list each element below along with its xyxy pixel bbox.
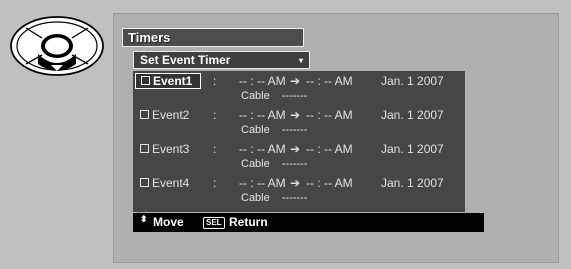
event-name: Event1 xyxy=(153,74,193,88)
event-colon: : xyxy=(213,142,217,156)
start-time: -- : -- AM xyxy=(239,176,286,190)
event-date: Jan. 1 2007 xyxy=(381,108,444,122)
end-time: -- : -- AM xyxy=(306,108,353,122)
event-date: Jan. 1 2007 xyxy=(381,176,444,190)
checkbox-icon[interactable] xyxy=(140,144,149,153)
event-channel: ------- xyxy=(281,192,308,204)
start-time: -- : -- AM xyxy=(239,108,286,122)
arrow-right-icon: ➔ xyxy=(290,142,301,156)
end-time: -- : -- AM xyxy=(306,176,353,190)
panel-title: Timers xyxy=(122,28,304,47)
chevron-down-icon: ▾ xyxy=(298,56,303,65)
event-colon: : xyxy=(213,176,217,190)
event-list: Event1 : -- : -- AM ➔ -- : -- AM Jan. 1 … xyxy=(133,71,465,212)
checkbox-icon[interactable] xyxy=(140,178,149,187)
event-name: Event3 xyxy=(152,142,190,156)
checkbox-icon[interactable] xyxy=(140,110,149,119)
event-source: Cable xyxy=(241,192,270,204)
start-time: -- : -- AM xyxy=(239,142,286,156)
event-colon: : xyxy=(213,108,217,122)
event-row-2[interactable]: Event2 : -- : -- AM ➔ -- : -- AM Jan. 1 … xyxy=(133,107,465,141)
arrow-right-icon: ➔ xyxy=(290,108,301,122)
set-event-timer-dropdown[interactable]: Set Event Timer ▾ xyxy=(133,51,310,69)
event-name: Event4 xyxy=(152,176,190,190)
event-row-4[interactable]: Event4 : -- : -- AM ➔ -- : -- AM Jan. 1 … xyxy=(133,175,465,209)
start-time: -- : -- AM xyxy=(239,74,286,88)
move-hint: Move xyxy=(153,215,184,229)
event-channel: ------- xyxy=(281,124,308,136)
end-time: -- : -- AM xyxy=(306,142,353,156)
help-bar: ⬍ Move SEL Return xyxy=(133,213,484,232)
event-name-box[interactable]: Event2 xyxy=(135,107,201,123)
event-row-3[interactable]: Event3 : -- : -- AM ➔ -- : -- AM Jan. 1 … xyxy=(133,141,465,175)
event-source: Cable xyxy=(241,124,270,136)
event-name: Event2 xyxy=(152,108,190,122)
event-source: Cable xyxy=(241,158,270,170)
event-channel: ------- xyxy=(281,158,308,170)
event-source: Cable xyxy=(241,90,270,102)
event-name-box[interactable]: Event4 xyxy=(135,175,201,191)
event-date: Jan. 1 2007 xyxy=(381,142,444,156)
dropdown-label: Set Event Timer xyxy=(140,53,231,67)
checkbox-icon[interactable] xyxy=(141,76,150,85)
event-channel: ------- xyxy=(281,90,308,102)
arrow-right-icon: ➔ xyxy=(290,74,301,88)
arrow-right-icon: ➔ xyxy=(290,176,301,190)
timers-panel: Timers Set Event Timer ▾ Event1 : -- : -… xyxy=(113,13,559,263)
event-date: Jan. 1 2007 xyxy=(381,74,444,88)
up-down-arrows-icon: ⬍ xyxy=(140,214,148,224)
event-row-1[interactable]: Event1 : -- : -- AM ➔ -- : -- AM Jan. 1 … xyxy=(133,73,465,107)
end-time: -- : -- AM xyxy=(306,74,353,88)
return-hint: Return xyxy=(229,215,268,229)
event-name-box[interactable]: Event3 xyxy=(135,141,201,157)
event-colon: : xyxy=(213,74,217,88)
event-name-box[interactable]: Event1 xyxy=(135,73,201,89)
remote-dpad-icon xyxy=(10,16,104,76)
sel-key-icon: SEL xyxy=(203,217,225,229)
